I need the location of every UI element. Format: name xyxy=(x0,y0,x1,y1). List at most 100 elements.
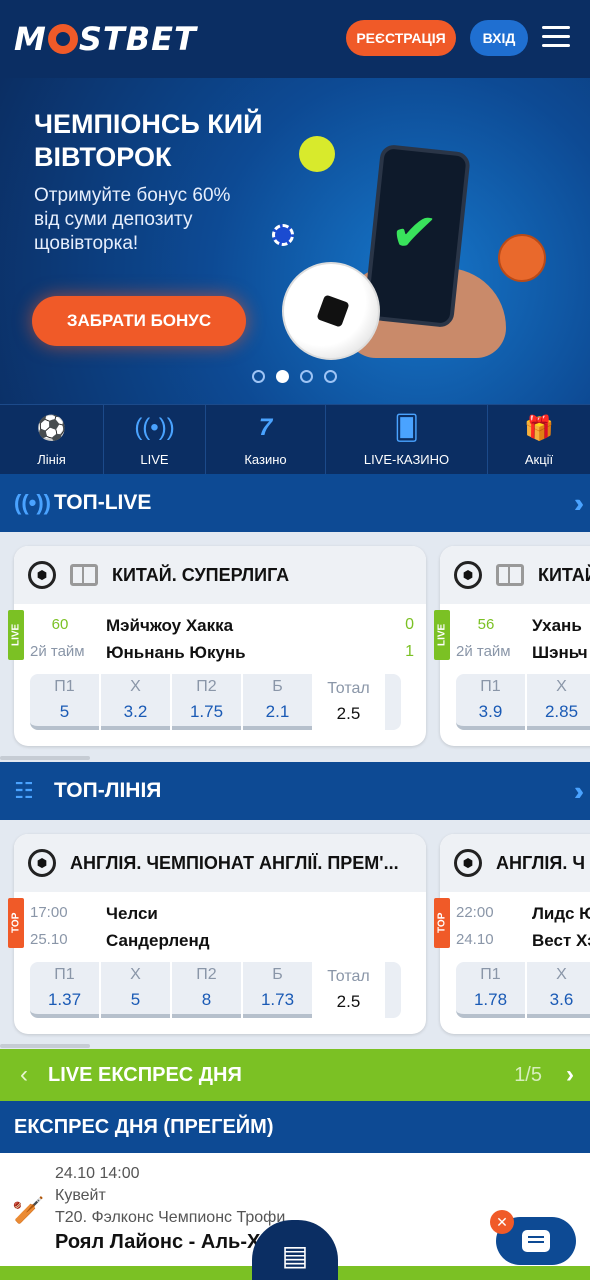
nav-item-promotions[interactable]: 🎁 Акції xyxy=(488,405,590,475)
carousel-dot[interactable] xyxy=(300,370,313,383)
odds-row: П1 5 Х 3.2 П2 1.75 Б 2.1 Тотал 2.5 xyxy=(30,674,401,730)
odd-key: Тотал xyxy=(327,680,370,697)
close-icon[interactable]: ✕ xyxy=(490,1210,514,1234)
top-line-header[interactable]: ☷ ТОП-ЛІНІЯ ››› xyxy=(0,762,590,820)
chevron-right-icon[interactable]: › xyxy=(566,1061,574,1089)
top-line-carousel[interactable]: ⬢ АНГЛІЯ. ЧЕМПІОНАТ АНГЛІЇ. ПРЕМ'... TOP… xyxy=(0,820,590,1049)
odd-value: 5 xyxy=(130,990,141,1009)
category-nav: ⚽ Лінія ((•)) LIVE 7 Казино 🂠 LIVE-КАЗИН… xyxy=(0,404,590,475)
team-name: Сандерленд xyxy=(106,931,210,950)
nav-item-label: Акції xyxy=(524,451,554,467)
top-badge: TOP xyxy=(434,898,450,948)
casino-chip-icon xyxy=(272,224,294,246)
nav-item-label: LIVE-КАЗИНО xyxy=(363,451,450,467)
odd-key: П1 xyxy=(480,966,501,983)
login-button[interactable]: ВХІД xyxy=(470,20,528,56)
odd-button[interactable]: Х 3.6 xyxy=(527,962,590,1018)
field-icon[interactable] xyxy=(496,564,524,586)
chevrons-right-icon[interactable]: ››› xyxy=(574,776,584,807)
odd-value: 3.9 xyxy=(478,702,503,721)
odd-key: П1 xyxy=(480,678,501,695)
live-express-bar: ‹ LIVE ЕКСПРЕС ДНЯ 1/5 › xyxy=(0,1049,590,1101)
odd-button[interactable] xyxy=(385,962,401,1018)
event-card[interactable]: ⬢ КИТАЙ LIVE 56 Ухань 2й тайм Шэньч П13.… xyxy=(434,546,590,746)
event-card[interactable]: ⬢ КИТАЙ. СУПЕРЛИГА LIVE 60 Мэйчжоу Хакка… xyxy=(8,546,426,746)
odd-button[interactable]: Х5 xyxy=(101,962,170,1018)
carousel-dots xyxy=(252,370,337,383)
match-time: 17:00 xyxy=(30,904,68,921)
league-name: АНГЛІЯ. ЧЕМПІОНАТ АНГЛІЇ. ПРЕМ'... xyxy=(70,852,399,873)
cricket-icon: 🏏 xyxy=(12,1195,45,1225)
odd-button[interactable]: П2 1.75 xyxy=(172,674,241,730)
odd-value: 1.37 xyxy=(47,990,82,1009)
nav-item-live[interactable]: ((•)) LIVE xyxy=(104,405,206,475)
odd-key: Х xyxy=(130,678,141,695)
section-title: ТОП-LIVE xyxy=(54,491,152,514)
odd-button[interactable]: П1 1.37 xyxy=(30,962,99,1018)
carousel-scrollbar[interactable] xyxy=(0,756,90,760)
tennis-ball-icon xyxy=(299,136,335,172)
field-icon[interactable] xyxy=(70,564,98,586)
team-name: Юньнань Юкунь xyxy=(106,643,246,662)
nav-item-live-casino[interactable]: 🂠 LIVE-КАЗИНО xyxy=(326,405,488,475)
odd-button[interactable]: Х 2.85 xyxy=(527,674,590,730)
odd-key: Б xyxy=(272,678,283,695)
odd-button[interactable]: Б 2.1 xyxy=(243,674,312,730)
team-name: Лидс Юн xyxy=(532,904,590,923)
chevrons-right-icon[interactable]: ››› xyxy=(574,488,584,519)
team-name: Вест Хэм xyxy=(532,931,590,950)
mostbet-logo[interactable]: M STBET xyxy=(14,20,197,58)
team-name: Челси xyxy=(106,904,158,923)
soccer-icon: ⬢ xyxy=(454,849,482,877)
odds-row: П1 1.37 Х5 П2 8 Б 1.73 Тотал 2.5 xyxy=(30,962,401,1018)
odd-key: Х xyxy=(556,678,567,695)
soccer-icon: ⬢ xyxy=(28,849,56,877)
banner-title: ЧЕМПІОНСЬ КИЙ ВІВТОРОК xyxy=(34,109,263,172)
event-card[interactable]: ⬢ АНГЛІЯ. ЧЕМПІОНАТ АНГЛІЇ. ПРЕМ'... TOP… xyxy=(8,834,426,1034)
carousel-scrollbar[interactable] xyxy=(0,1044,90,1048)
logo-text-right: STBET xyxy=(78,20,197,58)
odd-button[interactable]: П1 1.78 xyxy=(456,962,525,1018)
odd-button[interactable]: Б 1.73 xyxy=(243,962,312,1018)
event-card[interactable]: ⬢ АНГЛІЯ. Ч TOP 22:00 Лидс Юн 24.10 Вест… xyxy=(434,834,590,1034)
team-row: 60 Мэйчжоу Хакка 0 xyxy=(30,616,414,636)
odds-row: П1 1.78 Х 3.6 xyxy=(456,962,590,1018)
match-date: 25.10 xyxy=(30,931,68,948)
team-row: 2й тайм Шэньч xyxy=(456,643,590,663)
odd-value: 5 xyxy=(59,702,70,721)
hamburger-menu-icon[interactable] xyxy=(542,26,570,48)
event-datetime: 24.10 14:00 xyxy=(55,1165,140,1182)
top-live-carousel[interactable]: ⬢ КИТАЙ. СУПЕРЛИГА LIVE 60 Мэйчжоу Хакка… xyxy=(0,532,590,762)
claim-bonus-button[interactable]: ЗАБРАТИ БОНУС xyxy=(32,296,246,346)
odd-key: П2 xyxy=(196,966,217,983)
promo-banner[interactable]: ЧЕМПІОНСЬ КИЙ ВІВТОРОК Отримуйте бонус 6… xyxy=(0,78,590,404)
nav-item-casino[interactable]: 7 Казино xyxy=(206,405,326,475)
logo-o-mark xyxy=(47,24,78,54)
match-date: 24.10 xyxy=(456,931,494,948)
odd-value: 2.5 xyxy=(336,992,361,1011)
top-live-header[interactable]: ((•)) ТОП-LIVE ››› xyxy=(0,474,590,532)
register-button[interactable]: РЕЄСТРАЦІЯ xyxy=(346,20,456,56)
live-icon: ((•)) xyxy=(134,413,175,441)
odd-button[interactable]: Х 3.2 xyxy=(101,674,170,730)
odd-button[interactable]: П2 8 xyxy=(172,962,241,1018)
card-header: ⬢ КИТАЙ. СУПЕРЛИГА xyxy=(14,546,426,604)
odd-button[interactable]: П1 3.9 xyxy=(456,674,525,730)
banner-subtitle: Отримуйте бонус 60% від суми депозиту що… xyxy=(34,185,231,254)
match-period: 2й тайм xyxy=(456,643,511,660)
nav-item-line[interactable]: ⚽ Лінія xyxy=(0,405,104,475)
soccer-icon: ⬢ xyxy=(28,561,56,589)
odd-button[interactable] xyxy=(385,674,401,730)
carousel-dot-active[interactable] xyxy=(276,370,289,383)
chat-icon xyxy=(522,1230,550,1252)
odd-value: 1.75 xyxy=(189,702,224,721)
section-title: ТОП-ЛІНІЯ xyxy=(54,779,162,802)
team-row: 24.10 Вест Хэм xyxy=(456,931,590,951)
odd-button[interactable]: П1 5 xyxy=(30,674,99,730)
carousel-dot[interactable] xyxy=(324,370,337,383)
checkmark-icon: ✔ xyxy=(387,198,441,266)
live-badge: LIVE xyxy=(434,610,450,660)
carousel-dot[interactable] xyxy=(252,370,265,383)
basketball-icon xyxy=(498,234,546,282)
chevron-left-icon[interactable]: ‹ xyxy=(0,1061,48,1089)
